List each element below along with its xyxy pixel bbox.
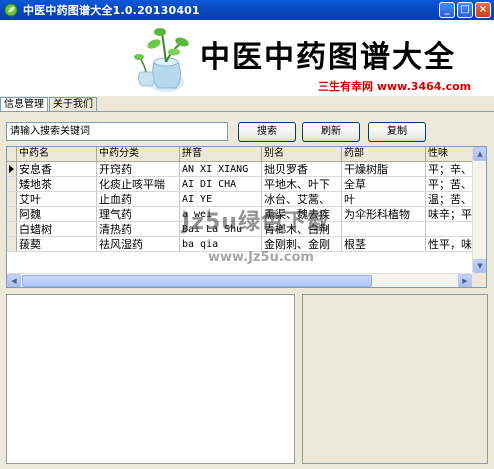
- search-input[interactable]: 请输入搜索关键词: [6, 122, 228, 141]
- table-cell[interactable]: 根茎: [342, 237, 426, 251]
- table-header: 中药名 中药分类 拼音 别名 药部 性味: [7, 147, 486, 162]
- table-cell[interactable]: 祛风湿药: [97, 237, 180, 251]
- table-cell[interactable]: 清热药: [97, 222, 180, 236]
- banner-url[interactable]: www.3464.com: [377, 80, 471, 93]
- banner: 中医中药图谱大全 三生有幸网 www.3464.com: [0, 20, 494, 96]
- table-cell[interactable]: 叶: [342, 192, 426, 206]
- row-pointer-icon: [9, 165, 14, 173]
- maximize-button[interactable]: □: [457, 2, 473, 18]
- close-button[interactable]: ×: [475, 2, 491, 18]
- table-cell[interactable]: 白蜡树: [17, 222, 97, 236]
- row-indicator: [7, 177, 17, 191]
- banner-subline: 三生有幸网 www.3464.com: [318, 78, 471, 94]
- table-cell[interactable]: 冰台、艾蒿、: [262, 192, 342, 206]
- table-cell[interactable]: 全草: [342, 177, 426, 191]
- table-cell[interactable]: 止血药: [97, 192, 180, 206]
- column-header[interactable]: 药部: [342, 147, 426, 161]
- table-cell[interactable]: 安息香: [17, 162, 97, 176]
- tab-strip: 信息管理 关于我们: [0, 97, 98, 112]
- table-cell[interactable]: 艾叶: [17, 192, 97, 206]
- table-cell[interactable]: 化痰止咳平喘: [97, 177, 180, 191]
- scroll-left-icon[interactable]: ◀: [7, 274, 21, 287]
- table-row[interactable]: 菝葜 祛风湿药 ba qia 金刚刺、金刚 根茎 性平，味: [7, 237, 486, 252]
- refresh-button[interactable]: 刷新: [302, 122, 360, 142]
- banner-slogan: 三生有幸网: [318, 80, 377, 93]
- tab-about-us[interactable]: 关于我们: [49, 97, 97, 111]
- row-indicator: [7, 207, 17, 221]
- current-row-indicator: [7, 162, 17, 176]
- search-button[interactable]: 搜索: [238, 122, 296, 142]
- window-title: 中医中药图谱大全1.0.20130401: [23, 4, 200, 17]
- column-header[interactable]: 别名: [262, 147, 342, 161]
- table-cell[interactable]: 熏渠、魏去疾: [262, 207, 342, 221]
- horizontal-scrollbar[interactable]: ◀ ▶: [7, 273, 472, 287]
- image-panel[interactable]: [6, 294, 295, 464]
- table-cell[interactable]: AN XI XIANG: [180, 162, 262, 176]
- column-header[interactable]: 中药名: [17, 147, 97, 161]
- table-row[interactable]: 白蜡树 清热药 Bai La Shu 青榔木、白荆: [7, 222, 486, 237]
- table-cell[interactable]: 金刚刺、金刚: [262, 237, 342, 251]
- vase-plant-logo: [134, 28, 189, 92]
- scrollbar-corner: [472, 273, 486, 287]
- scroll-right-icon[interactable]: ▶: [458, 274, 472, 287]
- table-row[interactable]: 艾叶 止血药 AI YE 冰台、艾蒿、 叶 温；苦、: [7, 192, 486, 207]
- table-cell[interactable]: 理气药: [97, 207, 180, 221]
- herb-table[interactable]: 中药名 中药分类 拼音 别名 药部 性味 安息香 开窍药 AN XI XIANG…: [6, 146, 487, 288]
- row-indicator: [7, 222, 17, 236]
- tab-info-management[interactable]: 信息管理: [0, 97, 48, 111]
- banner-title: 中医中药图谱大全: [200, 40, 456, 75]
- table-cell[interactable]: 为伞形科植物: [342, 207, 426, 221]
- copy-button[interactable]: 复制: [368, 122, 426, 142]
- table-cell[interactable]: 拙贝罗香: [262, 162, 342, 176]
- app-leaf-icon: [3, 2, 19, 18]
- table-cell[interactable]: ba qia: [180, 237, 262, 251]
- scroll-thumb[interactable]: [22, 275, 372, 287]
- table-cell[interactable]: 菝葜: [17, 237, 97, 251]
- vertical-scrollbar[interactable]: ▲ ▼: [472, 147, 486, 273]
- row-indicator-header: [7, 147, 17, 161]
- table-row[interactable]: 安息香 开窍药 AN XI XIANG 拙贝罗香 干燥树脂 平；辛、: [7, 162, 486, 177]
- table-cell[interactable]: 阿魏: [17, 207, 97, 221]
- row-indicator: [7, 237, 17, 251]
- row-indicator: [7, 192, 17, 206]
- title-bar: 中医中药图谱大全1.0.20130401 _ □ ×: [0, 0, 494, 20]
- tab-divider: [0, 111, 494, 112]
- table-cell[interactable]: 平地木、叶下: [262, 177, 342, 191]
- table-cell[interactable]: a wei: [180, 207, 262, 221]
- table-row[interactable]: 矮地茶 化痰止咳平喘 AI DI CHA 平地木、叶下 全草 平；苦、: [7, 177, 486, 192]
- column-header[interactable]: 拼音: [180, 147, 262, 161]
- minimize-button[interactable]: _: [439, 2, 455, 18]
- table-row[interactable]: 阿魏 理气药 a wei 熏渠、魏去疾 为伞形科植物 味辛；平: [7, 207, 486, 222]
- table-cell[interactable]: 干燥树脂: [342, 162, 426, 176]
- detail-panel[interactable]: [302, 294, 488, 464]
- column-header[interactable]: 中药分类: [97, 147, 180, 161]
- table-cell[interactable]: Bai La Shu: [180, 222, 262, 236]
- table-cell[interactable]: 开窍药: [97, 162, 180, 176]
- table-cell[interactable]: AI DI CHA: [180, 177, 262, 191]
- table-cell[interactable]: AI YE: [180, 192, 262, 206]
- table-cell[interactable]: [342, 222, 426, 236]
- table-cell[interactable]: 矮地茶: [17, 177, 97, 191]
- table-cell[interactable]: 青榔木、白荆: [262, 222, 342, 236]
- scroll-up-icon[interactable]: ▲: [473, 147, 486, 161]
- scroll-down-icon[interactable]: ▼: [473, 259, 486, 273]
